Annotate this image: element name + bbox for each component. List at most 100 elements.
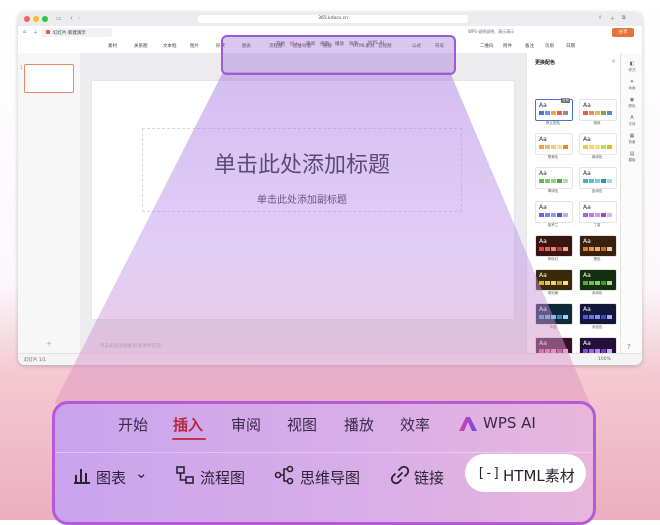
swatch-color-bars <box>583 213 613 217</box>
swatch-color-bar <box>595 179 600 183</box>
swatch-color-bar <box>601 145 606 149</box>
ribbon-tool-3[interactable]: 图片 <box>190 43 199 49</box>
notes-placeholder[interactable]: 单击此处添加备注(演讲时可见) <box>100 343 162 349</box>
title-bar: ▭ ‹ › 365.kdocs.cn ⇪ ＋ ⧉ <box>18 12 642 27</box>
swatch-color-bars <box>583 315 613 319</box>
back-icon[interactable]: ‹ <box>70 14 73 22</box>
doc-tab[interactable]: 幻灯片·新建演示 <box>42 28 112 37</box>
swatch-color-bars <box>539 281 569 285</box>
sidebar-item-4[interactable]: 背景 <box>623 140 641 145</box>
theme-swatch-10[interactable]: Aa <box>535 269 573 291</box>
mindmap-tool[interactable]: 思维导图 <box>300 467 360 488</box>
swatch-color-bar <box>545 247 550 251</box>
ribbon-tool-0[interactable]: 素材 <box>108 43 117 49</box>
swatch-color-bar <box>557 315 562 319</box>
swatch-color-bars <box>539 315 569 319</box>
chart-tool[interactable]: 图表 <box>96 467 126 488</box>
theme-swatch-4[interactable]: Aa <box>535 167 573 189</box>
zoom-tab-wps-ai[interactable]: WPS AI <box>483 414 536 432</box>
zoom-tab-insert[interactable]: 插入 <box>173 414 203 435</box>
zoom-tab-home[interactable]: 开始 <box>118 414 148 435</box>
swatch-color-bar <box>589 247 594 251</box>
tab2[interactable]: WPS·说明说明、演示演示 <box>468 29 558 35</box>
swatch-color-bar <box>545 315 550 319</box>
ribbon-tool-15[interactable]: 备注 <box>525 43 534 49</box>
swatch-sample-text: Aa <box>539 204 547 211</box>
add-icon[interactable]: ＋ <box>33 29 38 36</box>
swatch-color-bar <box>607 111 612 115</box>
theme-swatch-label: 朱砂红 <box>547 257 559 261</box>
home-icon[interactable]: ⌂ <box>23 29 26 35</box>
theme-swatch-13[interactable]: Aa <box>579 303 617 325</box>
zoom-tab-view[interactable]: 视图 <box>287 414 317 435</box>
theme-swatch-3[interactable]: Aa <box>579 133 617 155</box>
zoom-level[interactable]: 100% <box>598 357 611 362</box>
help-icon[interactable]: ? <box>627 343 631 351</box>
theme-swatch-1[interactable]: Aa <box>579 99 617 121</box>
swatch-sample-text: Aa <box>583 238 591 245</box>
tab-overview-icon[interactable]: ⧉ <box>622 15 626 21</box>
share-icon[interactable]: ⇪ <box>598 15 602 21</box>
ribbon-tool-16[interactable]: 页眉 <box>545 43 554 49</box>
html-material-label: HTML素材 <box>503 467 575 485</box>
ribbon-tool-1[interactable]: 关系图 <box>134 43 148 49</box>
chevron-down-icon[interactable]: ⌄ <box>135 464 148 482</box>
swatch-color-bar <box>551 111 556 115</box>
swatch-color-bar <box>589 179 594 183</box>
thumb-number: 1 <box>20 65 23 70</box>
swatch-color-bars <box>539 145 569 149</box>
slide-title-placeholder[interactable]: 单击此处添加标题 <box>143 147 461 179</box>
sidebar-item-0[interactable]: 样式 <box>623 68 641 73</box>
panel-title: 更换配色 <box>535 60 556 66</box>
link-tool[interactable]: 链接 <box>414 467 444 488</box>
ribbon-tool-13[interactable]: 二维码 <box>480 43 494 49</box>
theme-swatch-9[interactable]: Aa <box>579 235 617 257</box>
theme-swatch-2[interactable]: Aa <box>535 133 573 155</box>
address-bar[interactable]: 365.kdocs.cn <box>198 15 468 23</box>
share-button[interactable]: 分享 <box>612 28 634 37</box>
sidebar-item-2[interactable]: 颜色 <box>623 104 641 109</box>
slide[interactable]: 单击此处添加标题 单击此处添加副标题 <box>92 81 514 319</box>
theme-swatch-11[interactable]: Aa <box>579 269 617 291</box>
theme-swatch-7[interactable]: Aa <box>579 201 617 223</box>
html-material-button[interactable]: [-] HTML素材 <box>465 454 586 492</box>
swatch-color-bar <box>551 213 556 217</box>
sidebar-item-3[interactable]: 字体 <box>623 122 641 127</box>
ribbon-tool-2[interactable]: 文本框 <box>163 43 177 49</box>
add-slide-icon[interactable]: ＋ <box>46 339 52 348</box>
maximize-window-button[interactable] <box>42 16 48 22</box>
flowchart-icon <box>176 466 194 484</box>
slide-counter: 幻灯片 1/1 <box>24 358 47 363</box>
title-placeholder-box[interactable]: 单击此处添加标题 单击此处添加副标题 <box>142 128 462 212</box>
swatch-color-bar <box>601 315 606 319</box>
minimize-window-button[interactable] <box>33 16 39 22</box>
swatch-color-bar <box>583 213 588 217</box>
ribbon-tool-17[interactable]: 日期 <box>566 43 575 49</box>
theme-swatch-5[interactable]: Aa <box>579 167 617 189</box>
close-icon[interactable]: × <box>611 58 616 65</box>
ribbon-tool-14[interactable]: 附件 <box>503 43 512 49</box>
swatch-color-bar <box>539 315 544 319</box>
swatch-color-bar <box>539 145 544 149</box>
swatch-color-bar <box>601 213 606 217</box>
slide-subtitle-placeholder[interactable]: 单击此处添加副标题 <box>143 191 461 206</box>
zoom-tab-play[interactable]: 播放 <box>344 414 374 435</box>
zoom-tab-review[interactable]: 审阅 <box>231 414 261 435</box>
zoom-divider <box>55 452 593 453</box>
swatch-color-bars <box>583 145 613 149</box>
slide-thumbnail-1[interactable] <box>24 64 74 93</box>
theme-swatch-label: 琥珀黄 <box>547 291 559 295</box>
close-window-button[interactable] <box>24 16 30 22</box>
sidebar-item-1[interactable]: 动画 <box>623 86 641 91</box>
forward-icon[interactable]: › <box>78 14 81 22</box>
sidebar-toggle-icon[interactable]: ▭ <box>56 15 62 22</box>
zoom-tab-efficiency[interactable]: 效率 <box>400 414 430 435</box>
theme-swatch-8[interactable]: Aa <box>535 235 573 257</box>
sidebar-item-5[interactable]: 模板 <box>623 158 641 163</box>
new-tab-icon[interactable]: ＋ <box>610 15 615 22</box>
theme-swatch-12[interactable]: Aa <box>535 303 573 325</box>
swatch-color-bar <box>551 315 556 319</box>
flowchart-tool[interactable]: 流程图 <box>200 467 245 488</box>
theme-swatch-6[interactable]: Aa <box>535 201 573 223</box>
swatch-color-bars <box>539 179 569 183</box>
